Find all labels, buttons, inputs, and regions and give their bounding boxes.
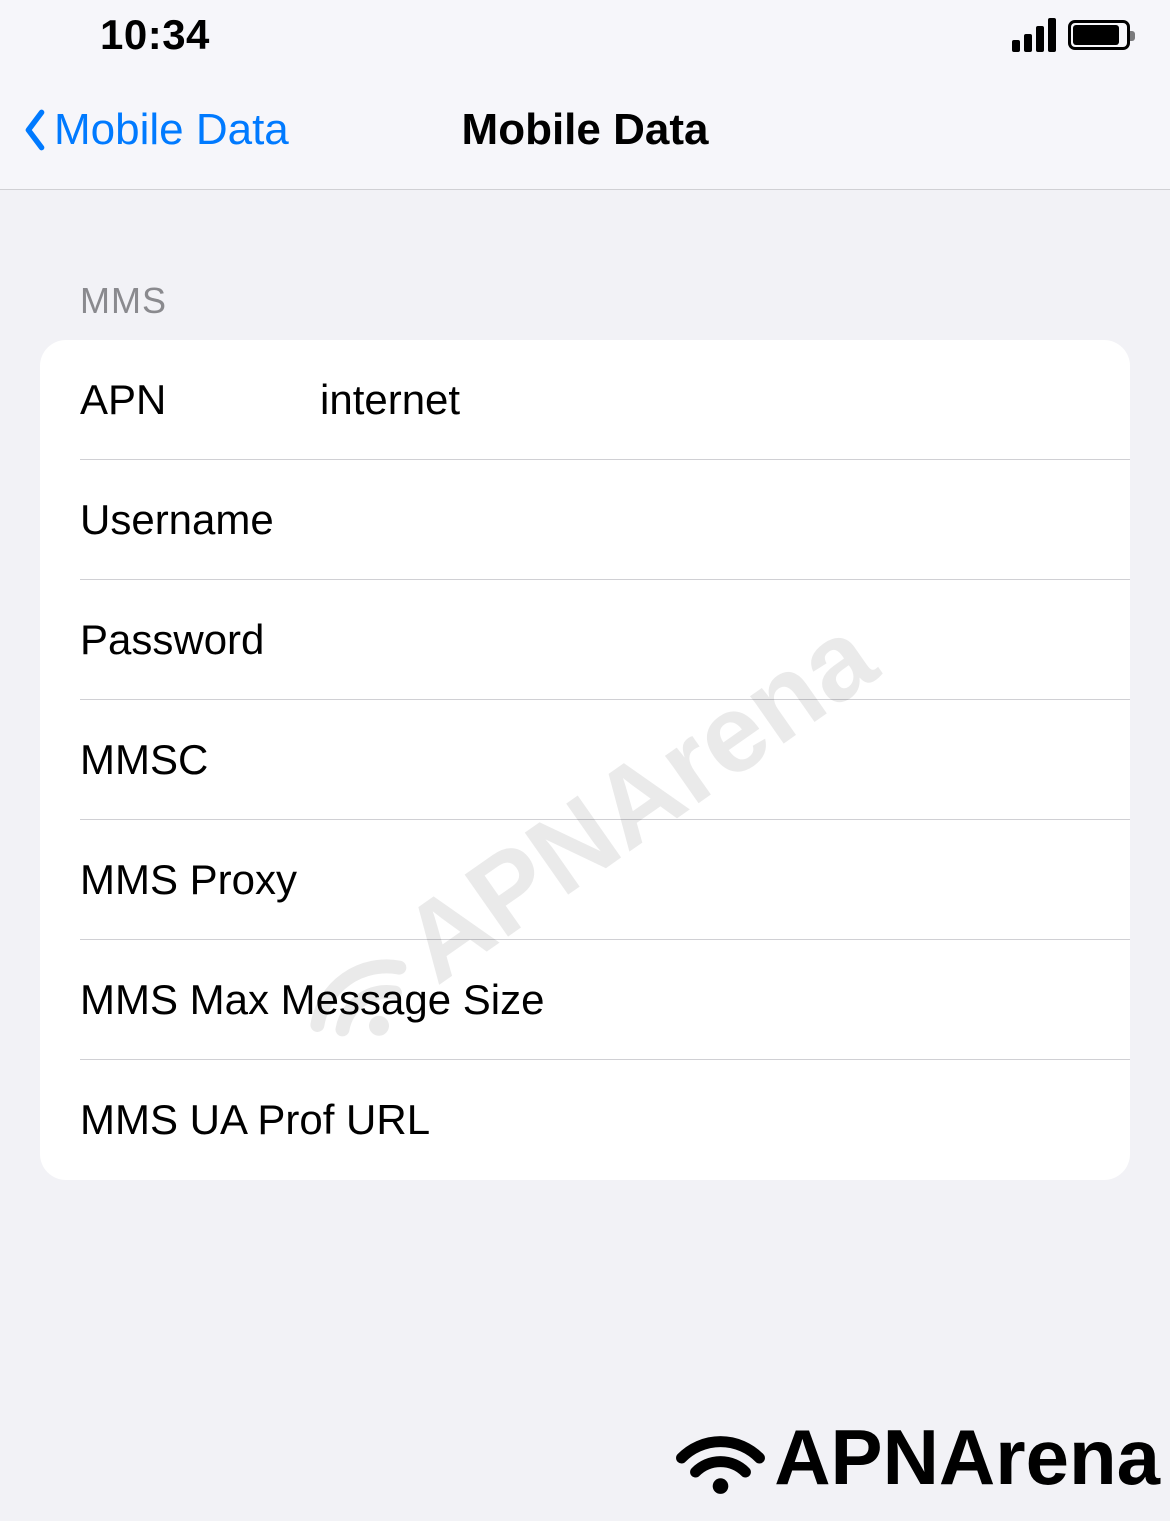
status-bar: 10:34 [0,0,1170,70]
label-username: Username [80,496,320,544]
watermark-text: APNArena [774,1412,1160,1503]
input-mms-max[interactable] [544,976,1130,1024]
cellular-signal-icon [1012,18,1056,52]
label-mms-proxy: MMS Proxy [80,856,297,904]
section-header-mms: MMS [0,190,1170,340]
row-password[interactable]: Password [40,580,1130,700]
back-button[interactable]: Mobile Data [0,105,289,155]
back-label: Mobile Data [54,105,289,155]
label-mmsc: MMSC [80,736,320,784]
label-password: Password [80,616,320,664]
page-title: Mobile Data [462,105,709,155]
row-mms-ua[interactable]: MMS UA Prof URL [40,1060,1130,1180]
input-mmsc[interactable] [320,736,1130,784]
row-mms-proxy[interactable]: MMS Proxy [40,820,1130,940]
status-time: 10:34 [100,11,210,59]
input-apn[interactable] [320,376,1130,424]
battery-icon [1068,20,1130,50]
input-mms-ua[interactable] [430,1096,1130,1144]
row-apn[interactable]: APN [40,340,1130,460]
row-username[interactable]: Username [40,460,1130,580]
input-mms-proxy[interactable] [297,856,1130,904]
label-mms-ua: MMS UA Prof URL [80,1096,430,1144]
row-mms-max[interactable]: MMS Max Message Size [40,940,1130,1060]
status-indicators [1012,18,1130,52]
mms-settings-group: APN Username Password MMSC MMS Proxy MMS… [40,340,1130,1180]
navigation-bar: Mobile Data Mobile Data [0,70,1170,190]
chevron-left-icon [20,108,50,152]
label-mms-max: MMS Max Message Size [80,976,544,1024]
input-username[interactable] [320,496,1130,544]
watermark-bottom: APNArena [673,1412,1160,1503]
wifi-icon [673,1419,768,1497]
row-mmsc[interactable]: MMSC [40,700,1130,820]
label-apn: APN [80,376,320,424]
input-password[interactable] [320,616,1130,664]
